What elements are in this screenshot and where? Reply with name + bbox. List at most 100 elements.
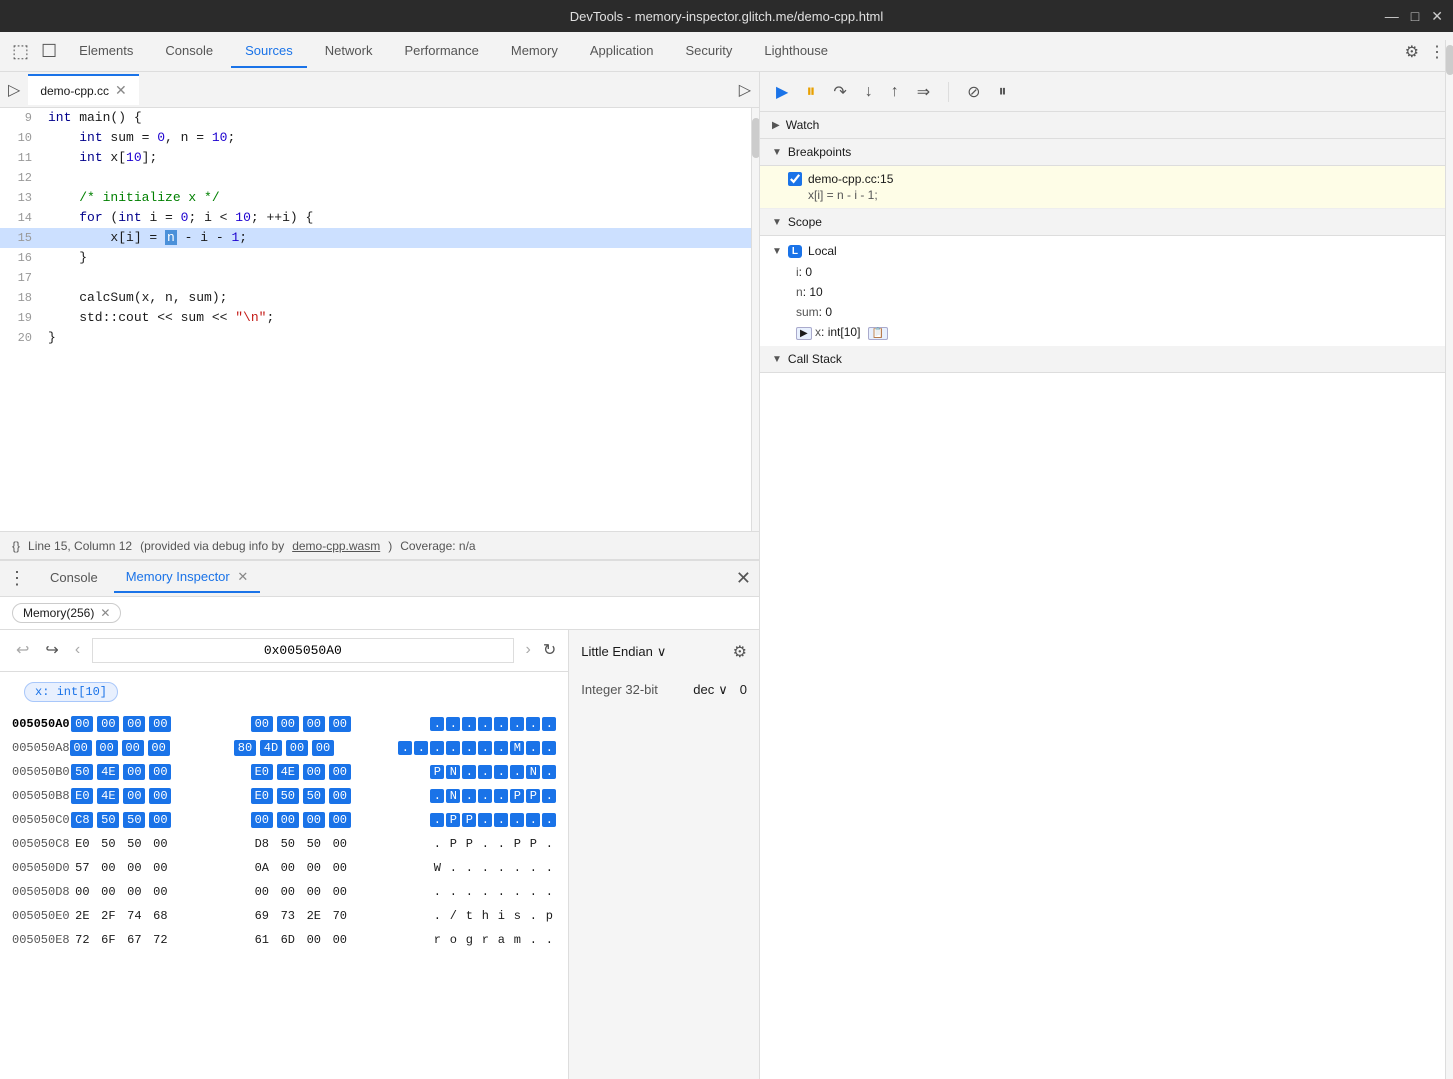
settings-icon[interactable]: ⚙ (1405, 42, 1419, 62)
hex-byte[interactable]: 00 (329, 836, 351, 852)
ascii-char[interactable]: . (430, 885, 444, 899)
ascii-char[interactable]: . (494, 717, 508, 731)
hex-byte[interactable]: 72 (71, 932, 93, 948)
hex-byte[interactable]: 57 (71, 860, 93, 876)
hex-byte[interactable]: 00 (286, 740, 308, 756)
ascii-char[interactable]: . (478, 717, 492, 731)
ascii-char[interactable]: . (542, 933, 556, 947)
maximize-btn[interactable]: □ (1411, 8, 1419, 25)
hex-byte[interactable]: C8 (71, 812, 93, 828)
ascii-char[interactable]: h (478, 909, 492, 923)
ascii-char[interactable]: . (398, 741, 412, 755)
hex-byte[interactable]: 70 (329, 908, 351, 924)
hex-byte[interactable]: 50 (303, 836, 325, 852)
memory-inspector-tab-close-icon[interactable]: ✕ (237, 569, 248, 584)
hex-byte[interactable]: 00 (148, 740, 170, 756)
ascii-char[interactable]: . (526, 717, 540, 731)
refresh-btn[interactable]: ↻ (543, 640, 556, 660)
debugger-scrollbar[interactable] (1445, 72, 1453, 1079)
hex-byte[interactable]: 00 (303, 764, 325, 780)
code-scrollbar[interactable] (751, 108, 759, 531)
resume-btn[interactable]: ▶ (772, 78, 792, 106)
hex-byte[interactable]: 80 (234, 740, 256, 756)
hex-byte[interactable]: E0 (71, 836, 93, 852)
ascii-char[interactable]: P (526, 837, 540, 851)
tab-network[interactable]: Network (311, 35, 387, 68)
ascii-char[interactable]: P (462, 837, 476, 851)
breakpoint-checkbox[interactable] (788, 172, 802, 186)
ascii-char[interactable]: g (462, 933, 476, 947)
hex-byte[interactable]: 00 (122, 740, 144, 756)
step-out-btn[interactable]: ↑ (887, 79, 903, 105)
ascii-char[interactable]: P (446, 813, 460, 827)
ascii-char[interactable]: . (430, 813, 444, 827)
sidebar-toggle-btn[interactable]: ▷ (8, 80, 20, 100)
ascii-char[interactable]: s (510, 909, 524, 923)
hex-byte[interactable]: 00 (149, 860, 171, 876)
ascii-char[interactable]: . (526, 861, 540, 875)
ascii-char[interactable]: . (462, 765, 476, 779)
hex-byte[interactable]: 00 (97, 860, 119, 876)
hex-byte[interactable]: 00 (123, 788, 145, 804)
hex-byte[interactable]: 00 (251, 884, 273, 900)
ascii-char[interactable]: . (494, 861, 508, 875)
hex-byte[interactable]: 50 (123, 812, 145, 828)
ascii-char[interactable]: . (478, 765, 492, 779)
tab-elements[interactable]: Elements (65, 35, 147, 68)
ascii-char[interactable]: . (462, 741, 476, 755)
forward-history-btn[interactable]: ↪ (41, 638, 62, 662)
ascii-char[interactable]: . (462, 861, 476, 875)
ascii-char[interactable]: W (430, 861, 444, 875)
tab-memory[interactable]: Memory (497, 35, 572, 68)
hex-byte[interactable]: 50 (303, 788, 325, 804)
ascii-char[interactable]: . (510, 861, 524, 875)
endian-select[interactable]: Little Endian ∨ (581, 644, 666, 660)
hex-byte[interactable]: 2F (97, 908, 119, 924)
hex-byte[interactable]: 0A (251, 860, 273, 876)
file-tab-close-icon[interactable]: ✕ (115, 82, 127, 99)
hex-byte[interactable]: 00 (303, 716, 325, 732)
ascii-char[interactable]: . (542, 861, 556, 875)
ascii-char[interactable]: . (478, 885, 492, 899)
address-input[interactable] (92, 638, 513, 663)
hex-byte[interactable]: 00 (149, 764, 171, 780)
ascii-char[interactable]: . (542, 885, 556, 899)
hex-byte[interactable]: 50 (277, 836, 299, 852)
ascii-char[interactable]: . (462, 717, 476, 731)
hex-byte[interactable]: 00 (312, 740, 334, 756)
hex-byte[interactable]: 00 (97, 884, 119, 900)
close-panel-icon[interactable]: ✕ (736, 568, 751, 589)
ascii-char[interactable]: . (542, 741, 556, 755)
debugger-scrollbar-thumb[interactable] (1446, 72, 1453, 75)
hex-byte[interactable]: 4E (97, 764, 119, 780)
watch-section-header[interactable]: ▶ Watch (760, 112, 1453, 139)
ascii-char[interactable]: P (526, 789, 540, 803)
tab-console[interactable]: Console (151, 35, 227, 68)
ascii-char[interactable]: . (446, 885, 460, 899)
hex-byte[interactable]: 00 (303, 884, 325, 900)
tab-sources[interactable]: Sources (231, 35, 307, 68)
hex-byte[interactable]: 4E (277, 764, 299, 780)
hex-byte[interactable]: E0 (71, 788, 93, 804)
hex-byte[interactable]: 68 (149, 908, 171, 924)
ascii-char[interactable]: . (494, 813, 508, 827)
hex-byte[interactable]: D8 (251, 836, 273, 852)
ascii-char[interactable]: . (430, 909, 444, 923)
more-options-icon[interactable]: ⋮ (1429, 42, 1445, 62)
ascii-char[interactable]: . (542, 813, 556, 827)
hex-byte[interactable]: 6F (97, 932, 119, 948)
hex-byte[interactable]: 50 (97, 836, 119, 852)
hex-byte[interactable]: 00 (329, 932, 351, 948)
ascii-char[interactable]: P (510, 789, 524, 803)
ascii-char[interactable]: o (446, 933, 460, 947)
hex-byte[interactable]: 00 (97, 716, 119, 732)
ascii-char[interactable]: . (462, 789, 476, 803)
ascii-char[interactable]: . (478, 741, 492, 755)
hex-byte[interactable]: 00 (277, 812, 299, 828)
hex-byte[interactable]: 00 (71, 716, 93, 732)
deactivate-breakpoints-btn[interactable]: ⊘ (963, 78, 984, 106)
ascii-char[interactable]: . (478, 813, 492, 827)
scope-section-header[interactable]: ▼ Scope (760, 209, 1453, 236)
ascii-char[interactable]: M (510, 741, 524, 755)
close-btn[interactable]: ✕ (1431, 8, 1443, 25)
